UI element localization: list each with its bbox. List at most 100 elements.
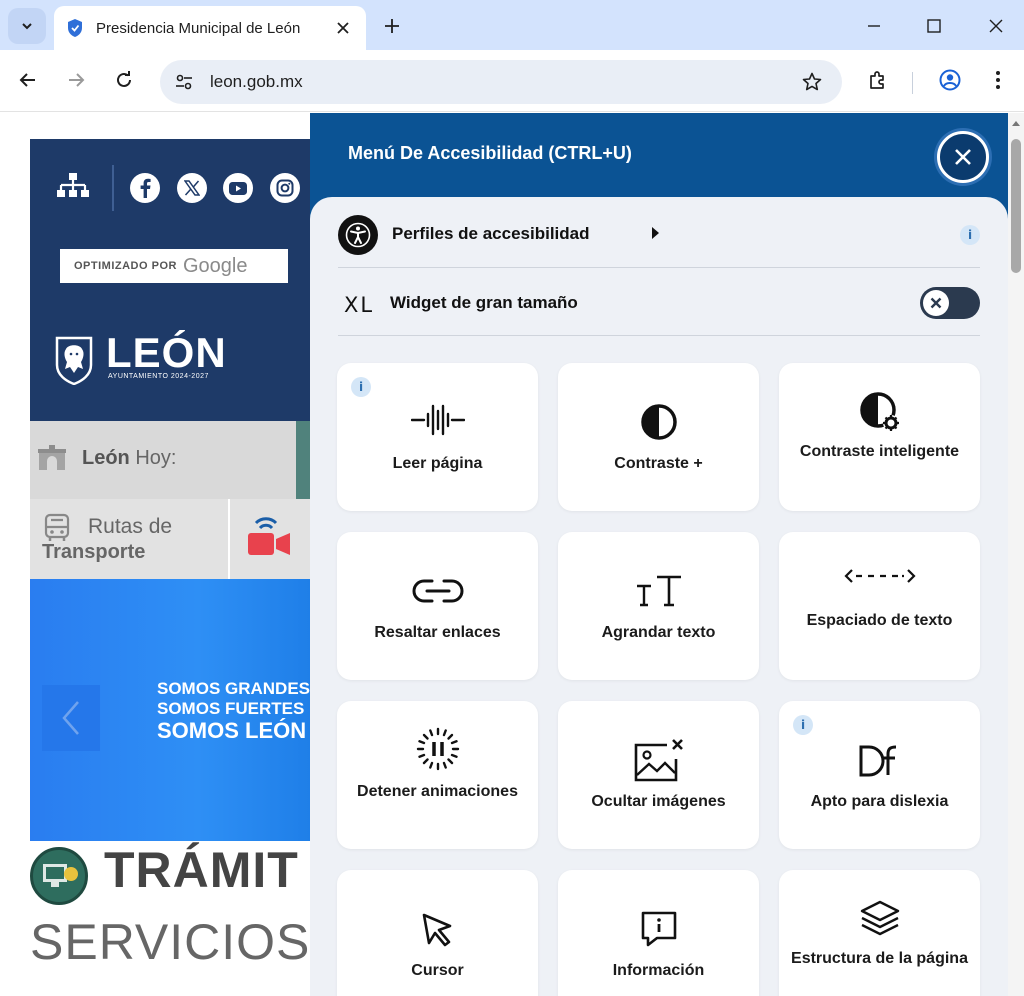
logo-subtitle: AYUNTAMIENTO 2024-2027	[108, 373, 209, 380]
tile-dyslexia[interactable]: i Apto para dislexia	[779, 701, 980, 849]
tile-highlight-links[interactable]: Resaltar enlaces	[337, 532, 538, 680]
address-bar[interactable]: leon.gob.mx	[160, 60, 842, 104]
scrollbar-thumb[interactable]	[1011, 139, 1021, 273]
accessibility-profiles-label: Perfiles de accesibilidad	[392, 224, 590, 243]
accessibility-panel-title: Menú De Accesibilidad (CTRL+U)	[348, 143, 632, 163]
smart-contrast-icon	[859, 391, 901, 433]
maximize-button[interactable]	[918, 10, 950, 42]
tab-search-button[interactable]	[8, 8, 46, 44]
text-size-icon	[635, 574, 683, 608]
x-logo-icon	[184, 180, 200, 196]
plus-icon	[385, 19, 399, 33]
cursor-icon	[421, 912, 455, 948]
reload-button[interactable]	[108, 64, 140, 96]
chevron-left-icon	[62, 701, 79, 735]
tramites-heading: TRÁMIT	[104, 842, 299, 898]
info-bubble-icon	[639, 910, 679, 948]
sitemap-icon[interactable]	[56, 171, 90, 201]
star-icon	[802, 72, 822, 91]
back-button[interactable]	[12, 64, 44, 96]
page-scrollbar[interactable]	[1008, 113, 1024, 996]
large-widget-toggle[interactable]	[920, 287, 980, 319]
tile-label: Información	[612, 962, 705, 979]
more-vertical-icon	[996, 71, 1000, 89]
google-search-box[interactable]: OPTIMIZADO POR Google	[60, 249, 288, 283]
tile-hide-images[interactable]: Ocultar imágenes	[558, 701, 759, 849]
carousel-prev-button[interactable]	[42, 685, 100, 751]
accessibility-profiles-row[interactable]: Perfiles de accesibilidad i	[338, 215, 980, 267]
tile-text-spacing[interactable]: Espaciado de texto	[779, 532, 980, 680]
forward-button[interactable]	[60, 64, 92, 96]
minimize-icon	[868, 25, 880, 27]
tile-stop-animations[interactable]: Detener animaciones	[337, 701, 538, 849]
reload-icon	[117, 71, 131, 87]
dyslexia-icon	[858, 745, 902, 777]
shield-favicon-icon	[68, 19, 82, 37]
lion-crest-icon[interactable]	[54, 335, 94, 385]
tile-label: Espaciado de texto	[806, 612, 953, 629]
rutas-transporte-link[interactable]: Rutas de Transporte	[30, 499, 228, 579]
tile-label: Apto para dislexia	[810, 793, 949, 810]
scroll-up-arrow-icon[interactable]	[1012, 121, 1020, 126]
close-icon	[955, 149, 971, 165]
browser-toolbar: leon.gob.mx	[0, 50, 1024, 112]
minimize-button[interactable]	[858, 10, 890, 42]
leon-hoy-link[interactable]: León Hoy:	[30, 421, 296, 499]
logo-wordmark[interactable]: LEÓN	[106, 329, 227, 377]
rutas-label-line2: Transporte	[42, 541, 146, 563]
youtube-link[interactable]	[223, 173, 253, 203]
header-divider	[112, 165, 114, 211]
tab-close-button[interactable]	[332, 17, 354, 39]
profile-button[interactable]	[934, 64, 966, 96]
maximize-icon	[927, 19, 941, 33]
tile-information[interactable]: Información	[558, 870, 759, 996]
caret-right-icon	[652, 227, 659, 239]
tile-label: Cursor	[411, 962, 464, 979]
tile-contrast[interactable]: Contraste +	[558, 363, 759, 511]
instagram-link[interactable]	[270, 173, 300, 203]
accessibility-panel: Menú De Accesibilidad (CTRL+U) Perfiles …	[310, 113, 1008, 996]
facebook-icon	[140, 178, 151, 198]
close-icon	[930, 297, 942, 309]
info-icon[interactable]: i	[793, 715, 813, 735]
tile-cursor[interactable]: Cursor	[337, 870, 538, 996]
extensions-button[interactable]	[862, 64, 894, 96]
tile-smart-contrast[interactable]: Contraste inteligente	[779, 363, 980, 511]
avatar-icon	[939, 69, 961, 91]
new-tab-button[interactable]	[378, 12, 406, 40]
tile-label: Contraste +	[614, 455, 703, 472]
hoy-accent-strip	[296, 421, 310, 499]
bookmark-button[interactable]	[800, 70, 824, 94]
arrow-right-icon	[69, 73, 85, 87]
site-info-button[interactable]	[168, 66, 200, 98]
info-icon[interactable]: i	[960, 225, 980, 245]
banner-line-1: SOMOS GRANDES	[157, 679, 310, 698]
puzzle-icon	[870, 71, 884, 89]
tile-label: Resaltar enlaces	[374, 624, 501, 641]
browser-tab[interactable]: Presidencia Municipal de León	[54, 6, 366, 50]
monitor-icon	[43, 864, 78, 887]
browser-menu-button[interactable]	[982, 64, 1014, 96]
facebook-link[interactable]	[130, 173, 160, 203]
hero-banner: SOMOS GRANDES SOMOS FUERTES SOMOS LEÓN	[30, 579, 310, 841]
x-link[interactable]	[177, 173, 207, 203]
leon-hoy-rest: Hoy:	[129, 447, 177, 469]
read-page-icon	[410, 403, 465, 437]
tile-label: Detener animaciones	[357, 783, 518, 800]
google-wordmark: Google	[182, 254, 248, 277]
info-icon[interactable]: i	[351, 377, 371, 397]
live-camera-link[interactable]	[230, 499, 310, 579]
tile-enlarge-text[interactable]: Agrandar texto	[558, 532, 759, 680]
tile-label: Leer página	[392, 455, 483, 472]
tile-label: Ocultar imágenes	[591, 793, 726, 810]
close-window-button[interactable]	[980, 10, 1012, 42]
hide-images-icon	[633, 737, 685, 783]
tile-read-page[interactable]: i Leer página	[337, 363, 538, 511]
live-camera-icon	[248, 517, 290, 555]
tile-label: Estructura de la página	[791, 950, 968, 967]
tile-label: Agrandar texto	[601, 624, 716, 641]
tile-page-structure[interactable]: Estructura de la página	[779, 870, 980, 996]
accessibility-close-button[interactable]	[937, 131, 989, 183]
row-divider	[338, 335, 980, 336]
bus-icon	[44, 513, 70, 541]
